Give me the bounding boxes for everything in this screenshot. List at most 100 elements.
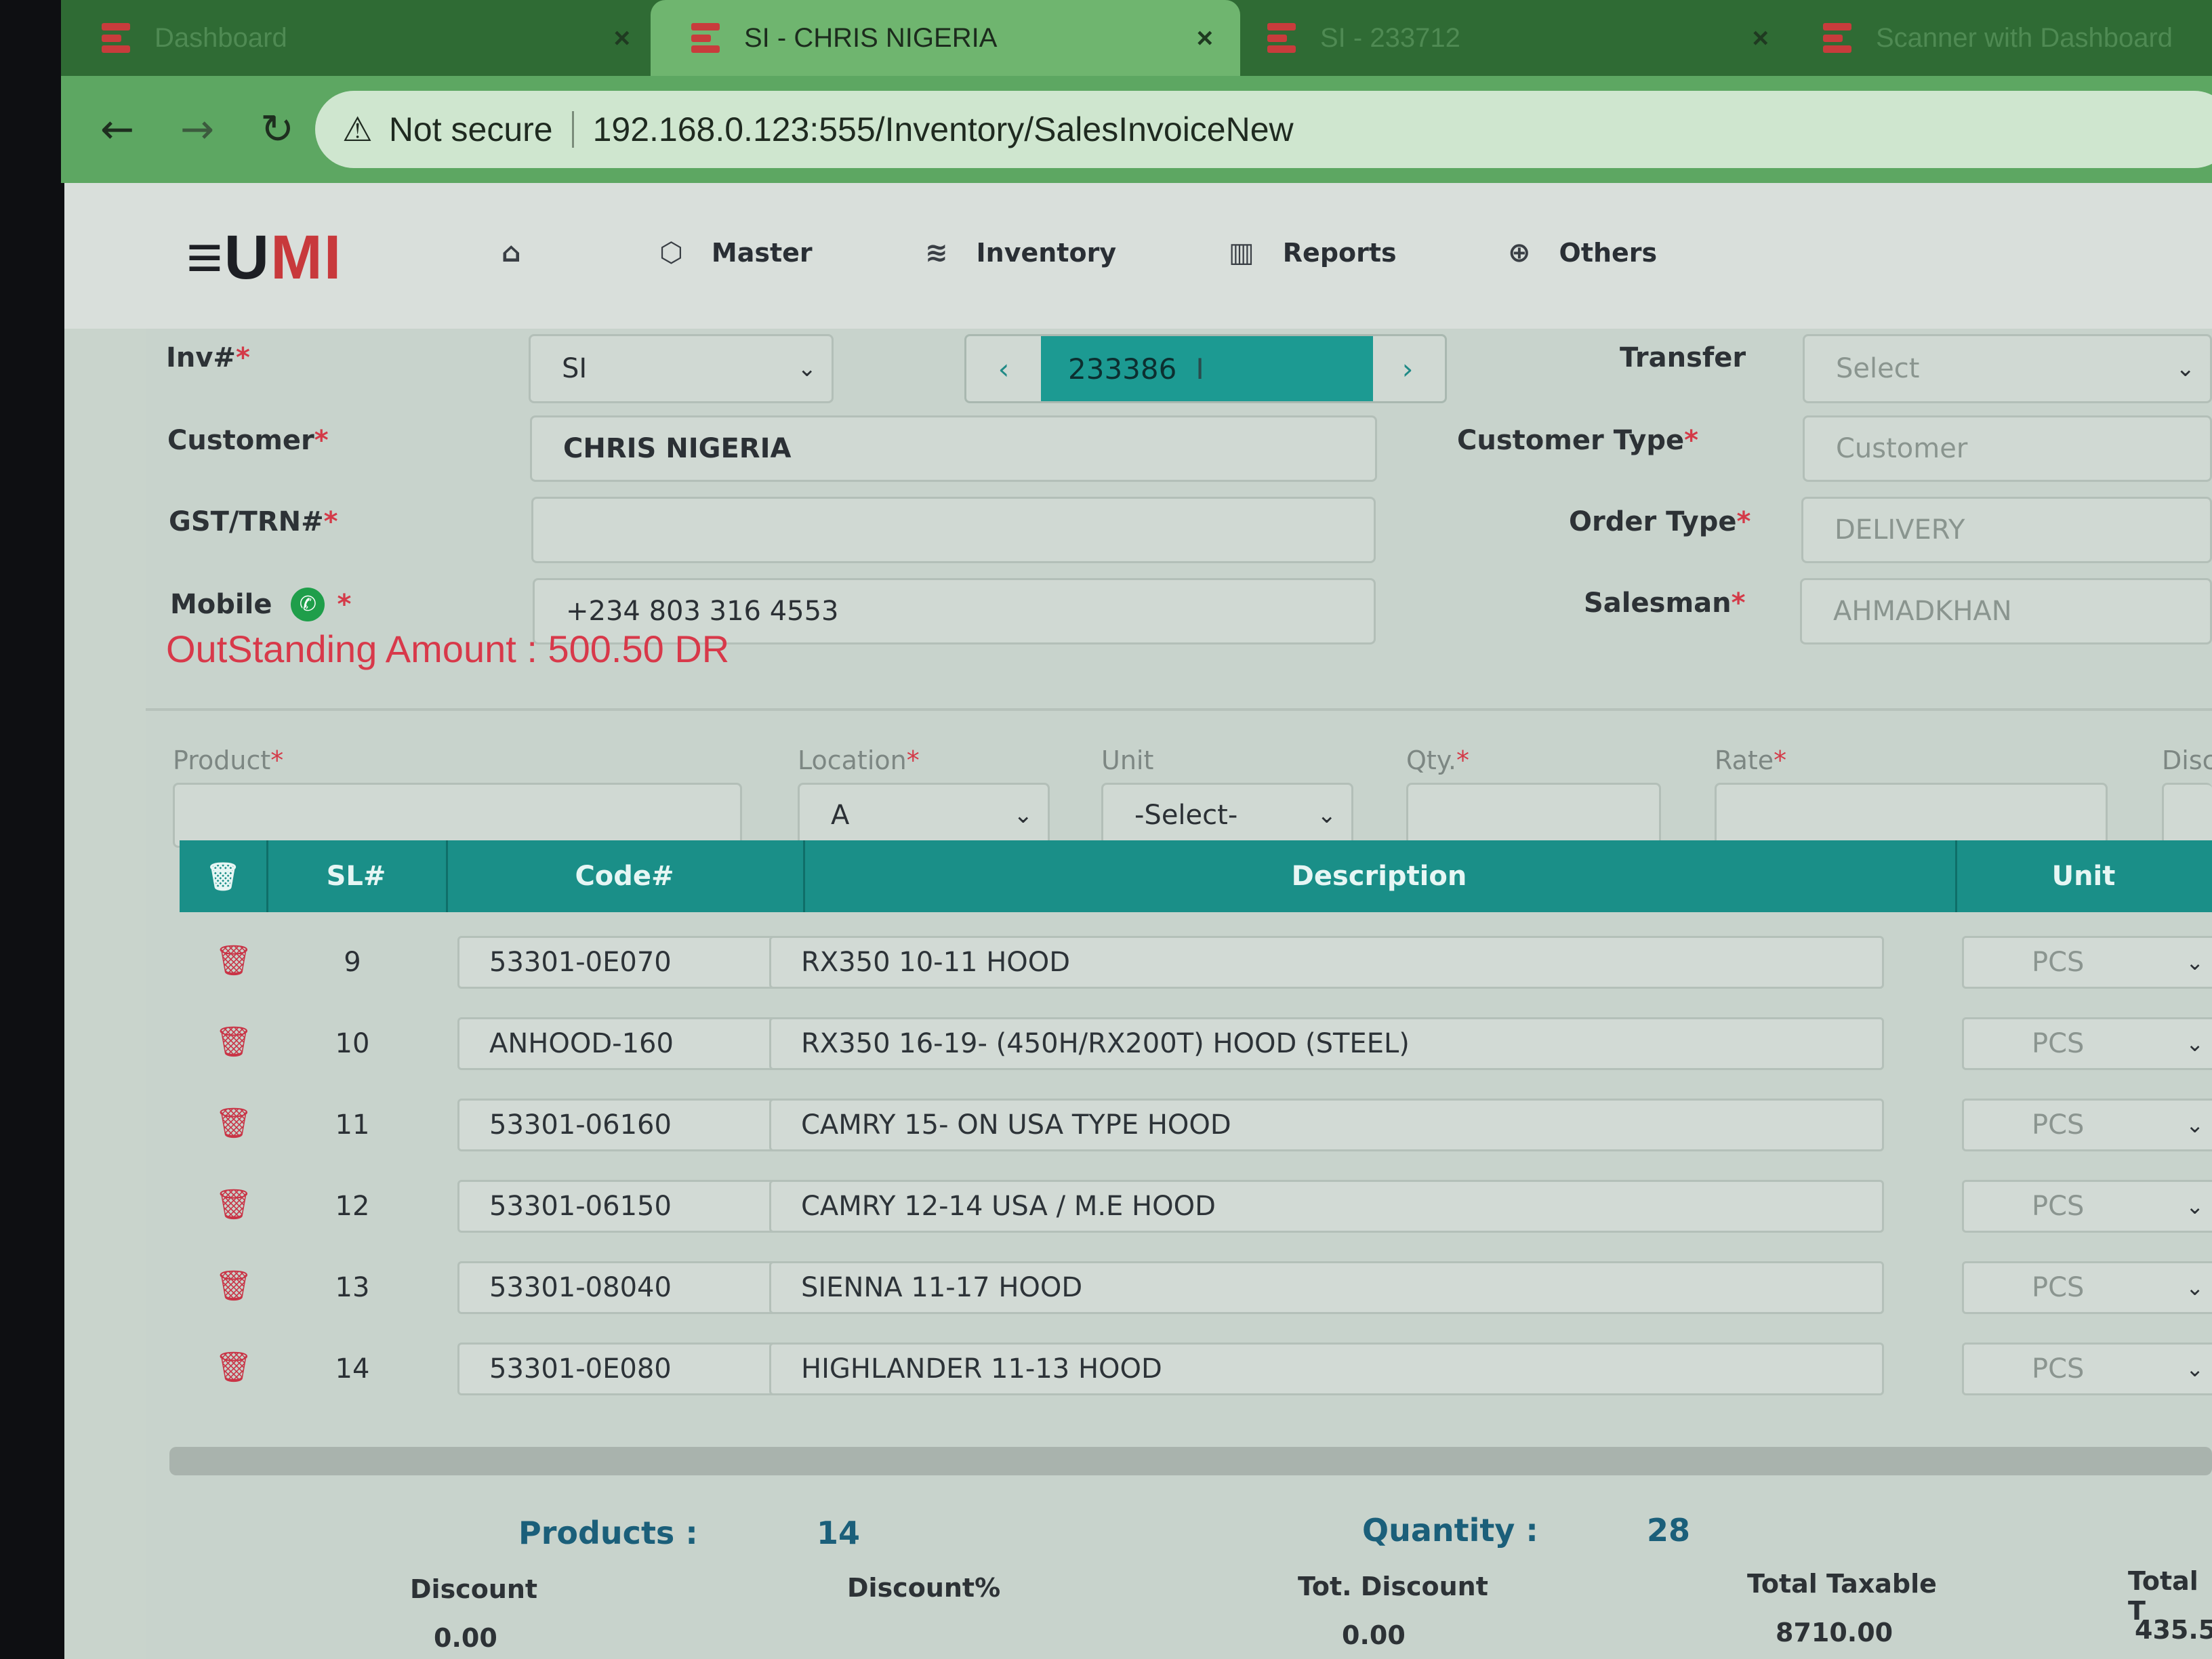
row-code-input[interactable]: 53301-06150: [457, 1180, 776, 1233]
row-sl: 11: [335, 1109, 370, 1141]
row-description-input[interactable]: CAMRY 15- ON USA TYPE HOOD: [769, 1099, 1884, 1151]
row-unit-select[interactable]: PCS ⌄: [1962, 936, 2212, 989]
row-code-input[interactable]: 53301-0E070: [457, 936, 776, 989]
salesman-field[interactable]: AHMADKHAN: [1800, 578, 2212, 644]
section-divider: [146, 708, 2212, 711]
tab-si-233712[interactable]: SI - 233712 ×: [1267, 0, 1796, 76]
trash-icon[interactable]: 🗑: [180, 840, 268, 912]
table-row: 🗑 10 ANHOOD-160 RX350 16-19- (450H/RX200…: [180, 1006, 2212, 1081]
inv-label: Inv#*: [166, 342, 250, 373]
nav-master[interactable]: ⬡ Master: [659, 237, 813, 268]
close-icon[interactable]: ×: [1752, 22, 1769, 54]
disc-input[interactable]: [2162, 783, 2212, 848]
quantity-value: 28: [1647, 1512, 1691, 1549]
unit-label: Unit: [1101, 745, 1154, 775]
row-description-input[interactable]: RX350 10-11 HOOD: [769, 936, 1884, 989]
products-count-value: 14: [817, 1515, 861, 1551]
url-field[interactable]: ⚠ Not secure 192.168.0.123:555/Inventory…: [315, 91, 2212, 168]
chevron-down-icon: ⌄: [797, 355, 817, 382]
whatsapp-icon[interactable]: ✆: [291, 588, 325, 621]
row-unit-value: PCS: [2032, 1028, 2085, 1059]
discount-label: Discount: [410, 1574, 538, 1604]
trash-icon[interactable]: 🗑: [215, 943, 253, 978]
gst-field[interactable]: [531, 497, 1376, 563]
row-unit-value: PCS: [2032, 947, 2085, 978]
tab-title: SI - 233712: [1320, 22, 1460, 53]
tab-scanner[interactable]: Scanner with Dashboard: [1823, 0, 2212, 76]
row-unit-select[interactable]: PCS ⌄: [1962, 1017, 2212, 1070]
sales-invoice-form: Inv#* SI ⌄ ‹ 233386 I › Transfer Select ⌄…: [146, 329, 2212, 1659]
chevron-down-icon: ⌄: [1013, 802, 1033, 829]
inv-prefix-value: SI: [562, 353, 588, 384]
unit-value: -Select-: [1134, 800, 1238, 831]
row-code-input[interactable]: 53301-0E080: [457, 1343, 776, 1395]
trash-icon[interactable]: 🗑: [215, 1187, 253, 1222]
close-icon[interactable]: ×: [613, 22, 630, 54]
tab-si-chris-nigeria[interactable]: SI - CHRIS NIGERIA ×: [651, 0, 1240, 76]
divider: [571, 111, 574, 148]
globe-icon: ⊕: [1508, 237, 1531, 268]
row-description-input[interactable]: HIGHLANDER 11-13 HOOD: [769, 1343, 1884, 1395]
row-unit-select[interactable]: PCS ⌄: [1962, 1343, 2212, 1395]
location-value: A: [831, 800, 850, 831]
nav-reports[interactable]: ▥ Reports: [1229, 237, 1397, 268]
app-favicon-icon: [1823, 23, 1851, 53]
product-input[interactable]: [173, 783, 742, 848]
order-type-field[interactable]: DELIVERY: [1801, 497, 2212, 563]
cube-icon: ⬡: [659, 237, 683, 268]
nav-label: Others: [1559, 238, 1658, 268]
total-taxable-value: 8710.00: [1776, 1618, 1893, 1647]
reload-icon[interactable]: ↻: [253, 106, 301, 153]
customer-label: Customer*: [167, 425, 329, 456]
nav-home[interactable]: ⌂: [501, 237, 550, 268]
rate-input[interactable]: [1715, 783, 2108, 848]
brand-logo[interactable]: ≡UMI: [186, 222, 342, 293]
product-label: Product*: [173, 745, 284, 775]
trash-icon[interactable]: 🗑: [215, 1105, 253, 1141]
trash-icon[interactable]: 🗑: [215, 1268, 253, 1303]
customer-field[interactable]: CHRIS NIGERIA: [530, 415, 1377, 482]
unit-select[interactable]: -Select- ⌄: [1101, 783, 1353, 848]
row-description-input[interactable]: CAMRY 12-14 USA / M.E HOOD: [769, 1180, 1884, 1233]
home-icon: ⌂: [501, 237, 521, 268]
warning-icon[interactable]: ⚠: [342, 110, 373, 149]
column-sl: SL#: [266, 840, 448, 912]
horizontal-scrollbar[interactable]: [169, 1447, 2212, 1475]
total-taxable-label: Total Taxable: [1747, 1569, 1937, 1599]
customer-type-field[interactable]: Customer: [1803, 415, 2212, 482]
chevron-down-icon: ⌄: [2186, 1356, 2204, 1382]
chevron-right-icon[interactable]: ›: [1370, 336, 1445, 401]
inv-prefix-select[interactable]: SI ⌄: [529, 334, 834, 403]
row-code-input[interactable]: ANHOOD-160: [457, 1017, 776, 1070]
chevron-left-icon[interactable]: ‹: [966, 336, 1041, 401]
close-icon[interactable]: ×: [1196, 22, 1213, 54]
nav-others[interactable]: ⊕ Others: [1508, 237, 1657, 268]
table-row: 🗑 12 53301-06150 CAMRY 12-14 USA / M.E H…: [180, 1169, 2212, 1244]
app-window: ≡UMI ⌂ ⬡ Master ≋ Inventory ▥ Reports ⊕ …: [64, 183, 2212, 1659]
row-description-input[interactable]: SIENNA 11-17 HOOD: [769, 1261, 1884, 1314]
row-sl: 12: [335, 1191, 370, 1222]
invoice-number-input[interactable]: 233386 I: [1041, 336, 1373, 401]
trash-icon[interactable]: 🗑: [215, 1349, 253, 1385]
location-select[interactable]: A ⌄: [798, 783, 1050, 848]
back-arrow-icon[interactable]: ←: [94, 106, 141, 153]
qty-input[interactable]: [1406, 783, 1661, 848]
trash-icon[interactable]: 🗑: [215, 1024, 253, 1059]
table-row: 🗑 11 53301-06160 CAMRY 15- ON USA TYPE H…: [180, 1088, 2212, 1162]
row-unit-select[interactable]: PCS ⌄: [1962, 1180, 2212, 1233]
nav-inventory[interactable]: ≋ Inventory: [925, 237, 1116, 268]
row-code-input[interactable]: 53301-06160: [457, 1099, 776, 1151]
invoice-number-stepper[interactable]: ‹ 233386 I ›: [964, 334, 1447, 403]
forward-arrow-icon[interactable]: →: [173, 106, 221, 153]
bar-chart-icon: ▥: [1229, 237, 1254, 268]
table-row: 🗑 9 53301-0E070 RX350 10-11 HOOD PCS ⌄: [180, 925, 2212, 1000]
url-text[interactable]: 192.168.0.123:555/Inventory/SalesInvoice…: [593, 110, 1294, 149]
row-unit-select[interactable]: PCS ⌄: [1962, 1261, 2212, 1314]
row-unit-select[interactable]: PCS ⌄: [1962, 1099, 2212, 1151]
row-description-input[interactable]: RX350 16-19- (450H/RX200T) HOOD (STEEL): [769, 1017, 1884, 1070]
tab-title: Dashboard: [155, 22, 287, 53]
row-code-input[interactable]: 53301-08040: [457, 1261, 776, 1314]
tab-dashboard[interactable]: Dashboard ×: [102, 0, 657, 76]
transfer-select[interactable]: Select ⌄: [1803, 334, 2212, 403]
security-label[interactable]: Not secure: [389, 110, 553, 149]
